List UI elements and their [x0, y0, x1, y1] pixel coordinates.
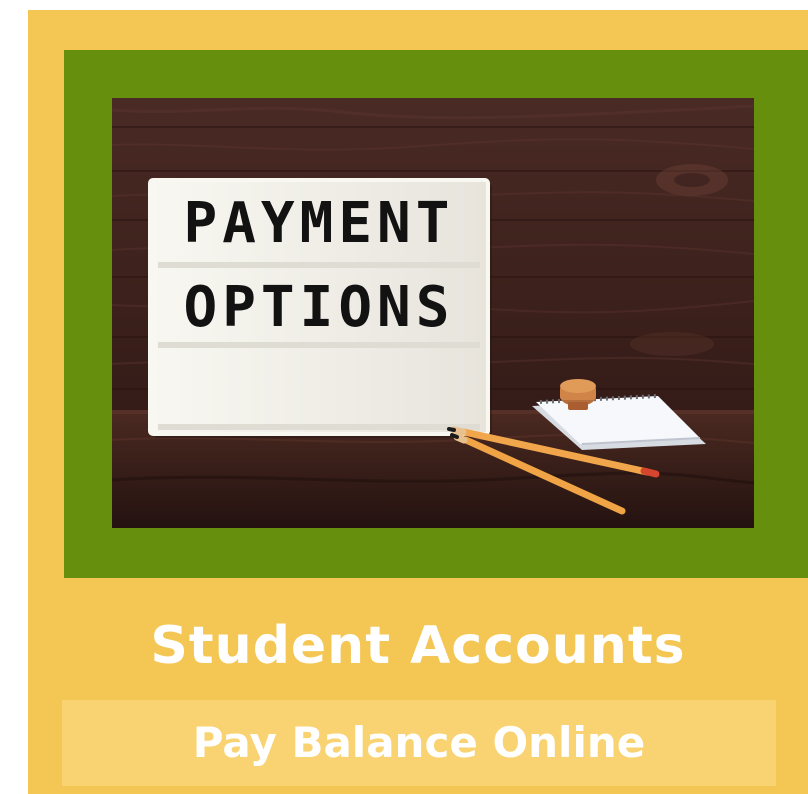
lightbox-line-2: OPTIONS [183, 275, 454, 340]
payment-options-photo: PAYMENT OPTIONS [112, 98, 754, 528]
student-accounts-card: PAYMENT OPTIONS Student Accounts Pay Bal… [28, 10, 808, 794]
image-frame: PAYMENT OPTIONS [64, 50, 808, 578]
pay-balance-online-button[interactable]: Pay Balance Online [62, 700, 776, 786]
student-accounts-title: Student Accounts [150, 616, 686, 676]
lightbox-line-1: PAYMENT [183, 191, 454, 256]
payment-options-image: PAYMENT OPTIONS [112, 98, 754, 528]
page: PAYMENT OPTIONS Student Accounts Pay Bal… [0, 0, 808, 794]
